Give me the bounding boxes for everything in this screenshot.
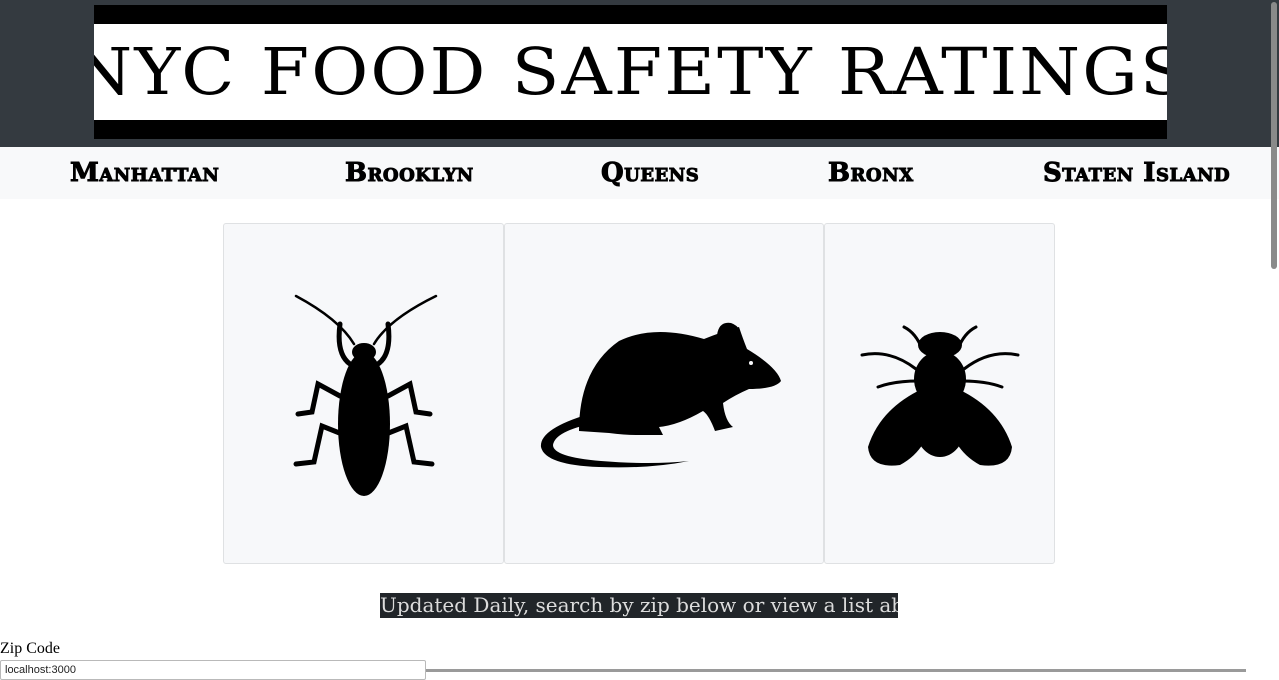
- cockroach-icon: [293, 294, 437, 496]
- fly-card[interactable]: [824, 223, 1055, 564]
- rat-card[interactable]: [504, 223, 824, 564]
- nav-link-manhattan[interactable]: Manhattan: [69, 158, 219, 189]
- nav-link-queens[interactable]: Queens: [600, 158, 699, 189]
- tagline: Updated Daily, search by zip below or vi…: [380, 593, 898, 618]
- cockroach-card[interactable]: [223, 223, 504, 564]
- scrollbar-track[interactable]: [1269, 0, 1279, 672]
- borough-nav: Manhattan Brooklyn Queens Bronx Staten I…: [0, 147, 1279, 199]
- fly-icon: [860, 325, 1019, 466]
- site-title: NYC FOOD SAFETY RATINGS: [94, 34, 1167, 110]
- rat-icon: [540, 322, 781, 467]
- title-banner: NYC FOOD SAFETY RATINGS: [94, 5, 1167, 139]
- site-header: NYC FOOD SAFETY RATINGS: [0, 0, 1279, 147]
- scrollbar-thumb[interactable]: [1271, 2, 1277, 269]
- zip-code-label: Zip Code: [0, 640, 60, 657]
- zip-code-input[interactable]: [0, 660, 426, 680]
- title-banner-inner: NYC FOOD SAFETY RATINGS: [94, 24, 1167, 120]
- nav-link-bronx[interactable]: Bronx: [828, 158, 914, 189]
- nav-link-staten-island[interactable]: Staten Island: [1042, 158, 1230, 189]
- nav-link-brooklyn[interactable]: Brooklyn: [345, 158, 474, 189]
